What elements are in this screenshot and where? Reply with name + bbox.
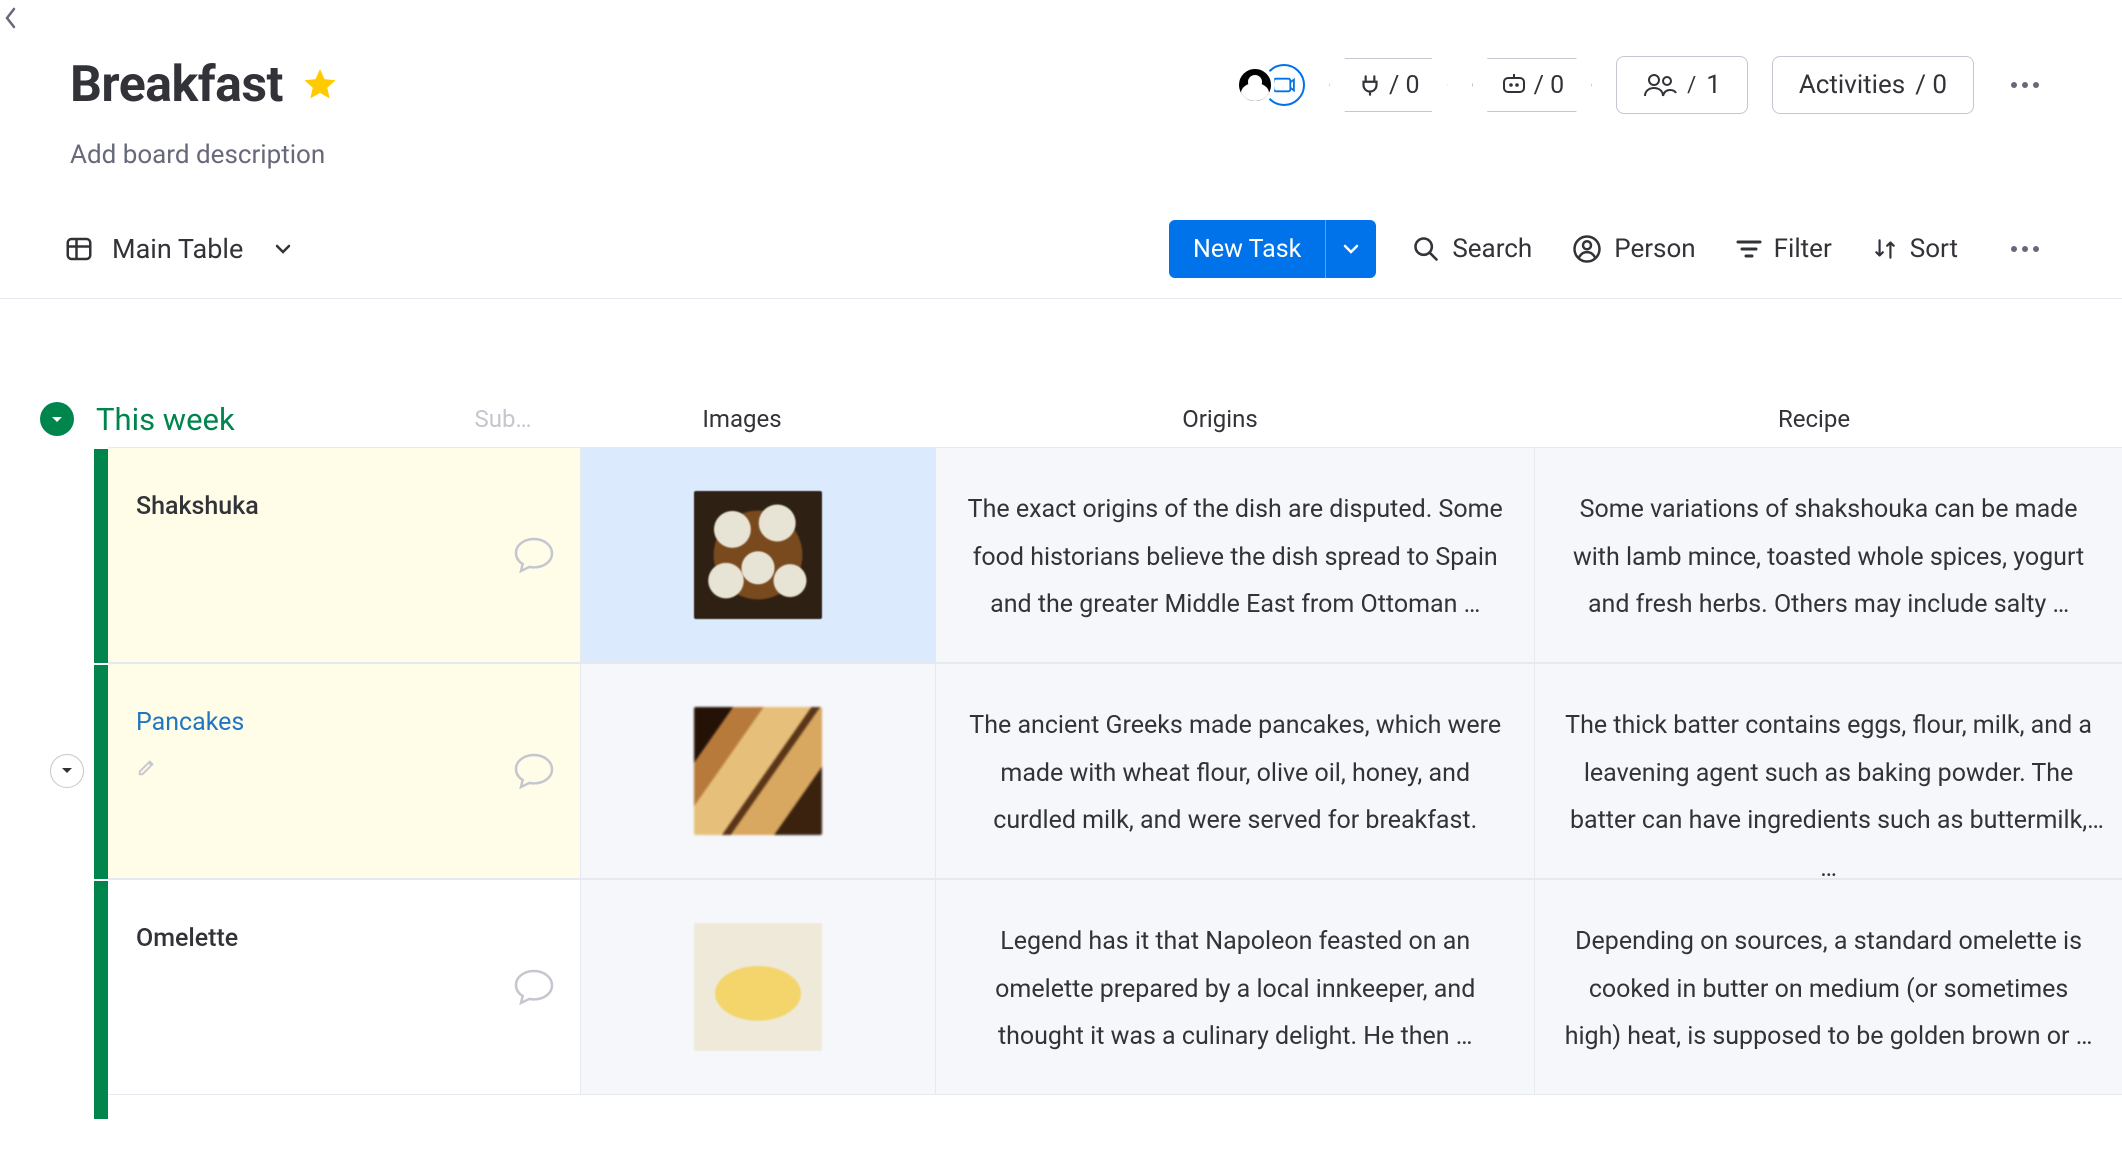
board-more-menu[interactable] <box>1998 58 2052 112</box>
item-name-cell[interactable]: Omelette <box>108 879 581 1095</box>
item-name[interactable]: Shakshuka <box>136 492 259 521</box>
group-title[interactable]: This week <box>94 401 442 438</box>
row-handle-slot <box>40 879 94 1095</box>
group-color-bar <box>94 447 108 663</box>
group-color-bar <box>94 663 108 879</box>
user-avatar-icon <box>1235 65 1275 105</box>
origins-cell[interactable]: Legend has it that Napoleon feasted on a… <box>936 879 1535 1095</box>
automations-badge[interactable]: / 0 <box>1472 58 1593 112</box>
item-thumbnail <box>694 707 822 835</box>
table-row[interactable]: Omelette Legend has it that Napoleon feas… <box>40 879 2122 1095</box>
more-horizontal-icon <box>2011 82 2039 88</box>
recipe-cell[interactable]: The thick batter contains eggs, flour, m… <box>1535 663 2122 879</box>
board-description-placeholder[interactable]: Add board description <box>70 140 2052 170</box>
members-count: 1 <box>1706 70 1721 100</box>
image-cell[interactable] <box>581 879 936 1095</box>
robot-icon <box>1500 74 1528 96</box>
new-task-label: New Task <box>1169 220 1326 278</box>
origins-cell[interactable]: The ancient Greeks made pancakes, which … <box>936 663 1535 879</box>
activities-button[interactable]: Activities / 0 <box>1772 56 1974 114</box>
caret-down-icon <box>49 411 65 427</box>
image-cell[interactable] <box>581 447 936 663</box>
group-color-bar <box>94 879 108 1095</box>
add-update-icon[interactable] <box>512 535 556 575</box>
group-header-row: This week Sub… Images Origins Recipe <box>40 391 2122 447</box>
members-icon <box>1643 72 1677 98</box>
search-button[interactable]: Search <box>1412 234 1532 264</box>
column-header-recipe[interactable]: Recipe <box>1520 405 2108 433</box>
integrations-badge[interactable]: / 0 <box>1329 58 1448 112</box>
column-header-subitems[interactable]: Sub… <box>442 405 564 433</box>
item-thumbnail <box>694 923 822 1051</box>
new-task-dropdown[interactable] <box>1326 220 1376 278</box>
chevron-down-icon <box>1342 240 1360 258</box>
search-icon <box>1412 235 1440 263</box>
integrations-count: / 0 <box>1389 71 1420 100</box>
recipe-cell[interactable]: Depending on sources, a standard omelett… <box>1535 879 2122 1095</box>
chevron-down-icon <box>273 239 293 259</box>
board-header: Breakfast / 0 <box>0 0 2122 170</box>
row-handle-slot <box>40 447 94 663</box>
more-horizontal-icon <box>2011 246 2039 252</box>
row-handle-slot <box>40 663 94 879</box>
recipe-cell[interactable]: Some variations of shakshouka can be mad… <box>1535 447 2122 663</box>
sort-button[interactable]: Sort <box>1872 234 1958 264</box>
favorite-star-icon[interactable] <box>301 66 339 104</box>
row-expand-handle[interactable] <box>50 754 84 788</box>
add-item-bar[interactable] <box>94 1095 108 1119</box>
group-collapse-toggle[interactable] <box>40 402 74 436</box>
view-label: Main Table <box>112 233 243 265</box>
members-button[interactable]: / 1 <box>1616 56 1748 114</box>
filter-button[interactable]: Filter <box>1736 234 1832 264</box>
item-name[interactable]: Pancakes <box>136 708 244 737</box>
item-thumbnail <box>694 491 822 619</box>
add-update-icon[interactable] <box>512 751 556 791</box>
person-label: Person <box>1614 234 1695 264</box>
board-toolbar: Main Table New Task Search Person Filter… <box>0 220 2122 299</box>
board-viewers[interactable] <box>1235 59 1305 111</box>
filter-icon <box>1736 238 1762 260</box>
image-cell[interactable] <box>581 663 936 879</box>
table-area: This week Sub… Images Origins Recipe Sha… <box>0 299 2122 1119</box>
table-row[interactable]: Pancakes The ancient Greeks made pancakes… <box>40 663 2122 879</box>
activities-count: / 0 <box>1915 70 1947 100</box>
table-icon <box>64 234 94 264</box>
automations-count: / 0 <box>1534 71 1565 100</box>
item-name[interactable]: Omelette <box>136 924 238 953</box>
item-name-cell[interactable]: Shakshuka <box>108 447 581 663</box>
plug-icon <box>1357 72 1383 98</box>
edit-icon[interactable] <box>136 756 244 778</box>
toolbar-more-menu[interactable] <box>1998 222 2052 276</box>
new-task-button[interactable]: New Task <box>1169 220 1376 278</box>
column-header-origins[interactable]: Origins <box>920 405 1520 433</box>
origins-cell[interactable]: The exact origins of the dish are disput… <box>936 447 1535 663</box>
add-update-icon[interactable] <box>512 967 556 1007</box>
column-header-images[interactable]: Images <box>564 405 920 433</box>
board-title[interactable]: Breakfast <box>70 56 283 114</box>
view-switcher[interactable]: Main Table <box>64 233 293 265</box>
activities-label: Activities <box>1799 70 1905 100</box>
sort-icon <box>1872 236 1898 262</box>
table-row[interactable]: Shakshuka The exact origins of the dish a… <box>40 447 2122 663</box>
filter-label: Filter <box>1774 234 1832 264</box>
caret-down-icon <box>61 766 73 776</box>
collapse-panel-chevron-icon[interactable] <box>0 4 22 32</box>
sort-label: Sort <box>1910 234 1958 264</box>
item-name-cell[interactable]: Pancakes <box>108 663 581 879</box>
search-label: Search <box>1452 234 1532 264</box>
header-right-controls: / 0 / 0 / 1 Activities / 0 <box>1235 56 2052 114</box>
person-filter-button[interactable]: Person <box>1572 234 1695 264</box>
person-icon <box>1572 234 1602 264</box>
